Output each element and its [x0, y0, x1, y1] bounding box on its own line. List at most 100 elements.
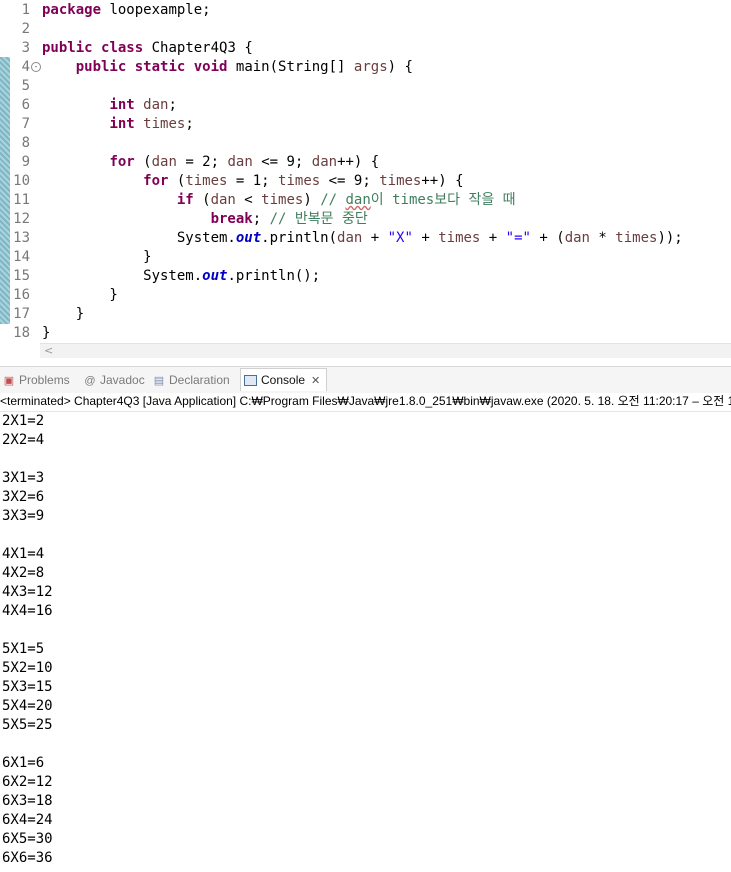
line-number: 6: [21, 97, 30, 113]
code-line: 14 }: [0, 248, 731, 267]
console-output-line: 6X5=30: [2, 831, 53, 847]
line-number: 14: [13, 249, 30, 265]
code-token: *: [589, 230, 616, 246]
code-text: }: [42, 248, 152, 267]
fold-toggle-icon[interactable]: -: [31, 62, 41, 72]
code-text: }: [42, 324, 50, 343]
code-token: 반복문 중단: [294, 211, 368, 227]
code-token: }: [42, 306, 85, 322]
code-text: int times;: [42, 115, 193, 134]
tab-console[interactable]: Console ✕: [240, 368, 328, 391]
code-token: <= 9;: [320, 173, 380, 189]
code-line: 10 for (times = 1; times <= 9; times++) …: [0, 172, 731, 191]
close-icon[interactable]: ✕: [311, 375, 320, 387]
code-token: class: [101, 40, 144, 56]
code-token: +: [412, 230, 439, 246]
tab-javadoc[interactable]: @ Javadoc: [83, 369, 144, 391]
code-token: dan: [143, 97, 169, 113]
tab-problems[interactable]: ▣ Problems: [2, 369, 70, 391]
code-token: //: [269, 211, 295, 227]
line-number: 18: [13, 325, 30, 341]
line-number: 7: [21, 116, 30, 132]
code-token: }: [42, 249, 152, 265]
code-token: dan: [311, 154, 338, 170]
editor-horizontal-scrollbar[interactable]: <: [40, 343, 731, 358]
console-output[interactable]: 2X1=2 2X2=4 3X1=3 3X2=6 3X3=9 4X1=4 4X2=8 4X3=1…: [2, 412, 731, 872]
code-token: ;: [168, 97, 177, 113]
tab-declaration[interactable]: ▤ Declaration: [152, 369, 230, 391]
code-line: 13 System.out.println(dan + "X" + times …: [0, 229, 731, 248]
code-token: "X": [387, 230, 413, 246]
code-token: <= 9;: [252, 154, 312, 170]
console-output-line: 6X2=12: [2, 774, 53, 790]
console-output-line: 3X3=9: [2, 508, 45, 524]
scroll-left-arrow-icon[interactable]: <: [44, 344, 53, 357]
console-output-line: 5X2=10: [2, 660, 53, 676]
console-output-line: 6X6=36: [2, 850, 53, 866]
console-output-line: 4X1=4: [2, 546, 45, 562]
code-token: if: [176, 192, 194, 208]
code-line: 6 int dan;: [0, 96, 731, 115]
line-number: 1: [21, 2, 30, 18]
code-text: for (dan = 2; dan <= 9; dan++) {: [42, 153, 379, 172]
console-output-line: 4X3=12: [2, 584, 53, 600]
code-token: = 2;: [176, 154, 228, 170]
code-line: 4- public static void main(String[] args…: [0, 58, 731, 77]
code-token: public: [75, 59, 127, 75]
code-token: ;: [252, 211, 270, 227]
code-editor[interactable]: 1 package loopexample; 2 3 public class Chap…: [0, 0, 731, 344]
code-token: .println(: [261, 230, 338, 246]
code-token: ): [303, 192, 321, 208]
tab-label: Console: [261, 373, 306, 387]
code-token: Chapter4Q3 {: [143, 40, 253, 56]
code-token: (: [134, 154, 152, 170]
console-output-line: 4X4=16: [2, 603, 53, 619]
console-output-line: 5X4=20: [2, 698, 53, 714]
line-number: 13: [13, 230, 30, 246]
code-token: 이: [370, 192, 393, 208]
console-output-line: 5X1=5: [2, 641, 45, 657]
code-token: System.: [42, 230, 236, 246]
code-token: dan: [227, 154, 253, 170]
code-text: if (dan < times) // dan이 times보다 작을 때: [42, 191, 516, 210]
code-token: "=": [505, 230, 531, 246]
line-number: 11: [13, 192, 30, 208]
code-line: 1 package loopexample;: [0, 1, 731, 20]
code-token: dan: [345, 192, 371, 208]
code-token: times: [392, 192, 435, 208]
console-output-line: 2X2=4: [2, 432, 45, 448]
code-text: System.out.println();: [42, 267, 320, 286]
tab-label: Declaration: [169, 373, 230, 387]
code-line: 5: [0, 77, 731, 96]
code-token: int: [109, 116, 135, 132]
console-output-line: 6X1=6: [2, 755, 45, 771]
code-line: 2: [0, 20, 731, 39]
code-token: dan: [151, 154, 177, 170]
code-token: out: [235, 230, 262, 246]
code-token: static: [134, 59, 186, 75]
code-token: <: [235, 192, 262, 208]
code-line: 12 break; // 반복문 중단: [0, 210, 731, 229]
code-token: times: [278, 173, 321, 189]
console-output-line: 6X3=18: [2, 793, 53, 809]
view-tab-bar: ▣ Problems @ Javadoc ▤ Declaration Console ✕: [0, 366, 731, 393]
code-token: ) {: [387, 59, 413, 75]
code-token: break: [210, 211, 253, 227]
line-number: 4: [21, 59, 30, 75]
console-output-line: 4X2=8: [2, 565, 45, 581]
code-line: 17 }: [0, 305, 731, 324]
code-token: args: [353, 59, 388, 75]
code-token: }: [42, 287, 118, 303]
code-line: 8: [0, 134, 731, 153]
code-token: .println();: [227, 268, 321, 284]
code-line: 9 for (dan = 2; dan <= 9; dan++) {: [0, 153, 731, 172]
